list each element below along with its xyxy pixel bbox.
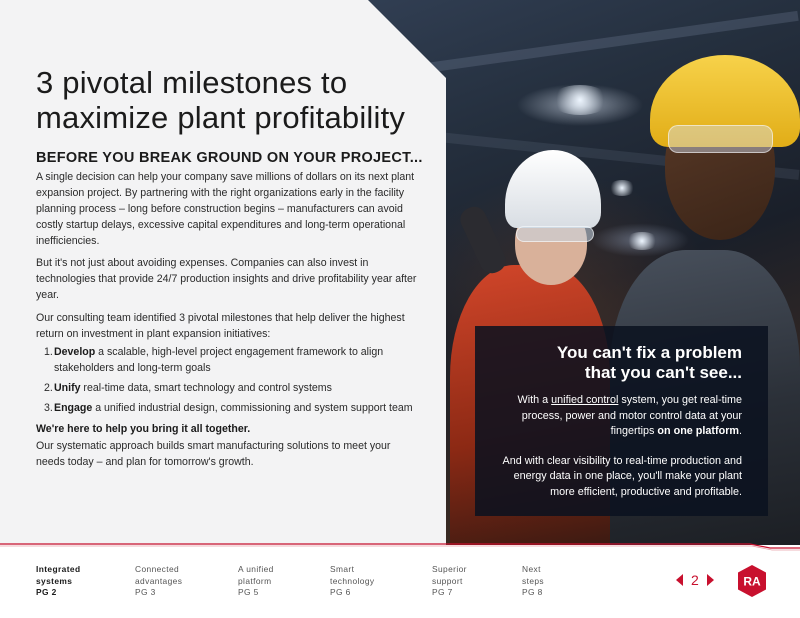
arrow-right-icon[interactable] [706, 574, 714, 586]
intro-paragraph: A single decision can help your company … [36, 171, 415, 247]
milestone-number: 2. [44, 382, 53, 394]
nav-unified-platform[interactable]: A unified platform PG 5 [238, 564, 274, 599]
nav-page: PG 2 [36, 587, 57, 597]
milestone-item: 3. Engage a unified industrial design, co… [36, 400, 436, 416]
callout-emphasis: on one platform [657, 425, 739, 437]
callout-paragraph: With a unified control system, you get r… [493, 393, 742, 440]
nav-label: steps [522, 575, 545, 586]
nav-page: PG 8 [522, 587, 543, 597]
page-title: 3 pivotal milestones to maximize plant p… [36, 65, 406, 135]
nav-smart-technology[interactable]: Smart technology PG 6 [330, 564, 375, 599]
callout-paragraph: And with clear visibility to real-time p… [502, 454, 742, 498]
closing-heading: We're here to help you bring it all toge… [36, 423, 251, 435]
closing-paragraph: Our systematic approach builds smart man… [36, 440, 391, 468]
milestones-intro-paragraph: Our consulting team identified 3 pivotal… [36, 312, 405, 340]
nav-next-steps[interactable]: Next steps PG 8 [522, 564, 544, 599]
investment-paragraph: But it's not just about avoiding expense… [36, 257, 417, 301]
milestone-text: a scalable, high-level project engagemen… [54, 346, 384, 374]
callout-title: You can't fix a problem that you can't s… [493, 343, 742, 383]
nav-label: A unified [238, 564, 274, 574]
milestone-keyword: Unify [54, 382, 81, 394]
nav-superior-support[interactable]: Superior support PG 7 [432, 564, 467, 599]
nav-page: PG 6 [330, 587, 351, 597]
callout-title-line: that you can't see... [584, 363, 742, 382]
nav-page: PG 7 [432, 587, 453, 597]
nav-label: Integrated [36, 564, 81, 574]
footer-divider [0, 543, 800, 551]
milestone-text: real-time data, smart technology and con… [80, 382, 332, 394]
rockwell-logo: RA [738, 565, 766, 597]
logo-text: RA [743, 575, 761, 589]
milestone-keyword: Develop [54, 346, 96, 358]
nav-label: advantages [135, 575, 183, 586]
milestone-item: 2. Unify real-time data, smart technology… [36, 380, 436, 396]
milestone-item: 1. Develop a scalable, high-level project… [36, 344, 436, 376]
callout-title-line: You can't fix a problem [556, 343, 742, 362]
callout-box: You can't fix a problem that you can't s… [475, 326, 768, 516]
nav-label: platform [238, 575, 272, 586]
current-page-number: 2 [691, 572, 699, 588]
milestone-number: 1. [44, 346, 53, 358]
nav-label: Smart [330, 564, 355, 574]
callout-text: . [739, 425, 742, 437]
nav-page: PG 3 [135, 587, 156, 597]
milestone-number: 3. [44, 402, 53, 414]
nav-label: systems [36, 575, 73, 586]
arrow-left-icon[interactable] [676, 574, 683, 586]
nav-label: Superior [432, 564, 467, 574]
milestone-keyword: Engage [54, 402, 93, 414]
unified-control-link[interactable]: unified control [551, 394, 618, 406]
nav-label: Connected [135, 564, 180, 574]
callout-text: With a [517, 394, 552, 406]
milestone-text: a unified industrial design, commissioni… [92, 402, 413, 414]
nav-connected-advantages[interactable]: Connected advantages PG 3 [135, 564, 182, 599]
section-subhead: BEFORE YOU BREAK GROUND ON YOUR PROJECT.… [36, 150, 423, 166]
nav-label: technology [330, 575, 375, 586]
nav-page: PG 5 [238, 587, 259, 597]
nav-label: Next [522, 564, 541, 574]
milestones-list: 1. Develop a scalable, high-level project… [36, 344, 436, 420]
nav-label: support [432, 575, 463, 586]
nav-integrated-systems[interactable]: Integrated systems PG 2 [36, 564, 81, 599]
pager: 2 [676, 572, 714, 588]
